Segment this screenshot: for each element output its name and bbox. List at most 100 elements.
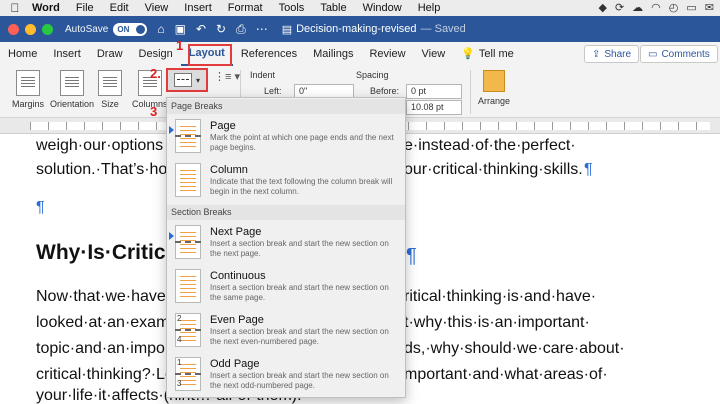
clock-icon[interactable]: ◴ <box>669 1 679 14</box>
menu-word[interactable]: Word <box>30 2 68 14</box>
spacing-after-input[interactable]: 10.08 pt <box>406 100 462 115</box>
arrange-button[interactable]: Arrange <box>478 70 510 106</box>
apple-icon[interactable]:  <box>0 1 30 15</box>
doc-line-2-right: our·critical·thinking·skills. <box>404 161 583 178</box>
save-icon[interactable]: ▣ <box>175 22 186 37</box>
margins-button[interactable]: Margins <box>12 70 44 109</box>
continuous-break-icon <box>175 269 201 303</box>
layout-tab-highlight <box>188 44 232 66</box>
tab-draw[interactable]: Draw <box>89 42 131 66</box>
wifi-icon[interactable]: ◠ <box>651 1 661 14</box>
zoom-window-button[interactable] <box>42 23 53 35</box>
sync-icon[interactable]: ⟳ <box>615 1 624 14</box>
option-description: Mark the point at which one page ends an… <box>210 133 394 152</box>
annotation-step-1: 1 <box>176 38 184 53</box>
tab-mailings[interactable]: Mailings <box>305 42 361 66</box>
autosave-label: AutoSave <box>65 23 109 35</box>
comment-icon: ▭ <box>648 48 658 60</box>
menu-file[interactable]: File <box>68 2 102 14</box>
before-label: Before: <box>370 86 400 96</box>
breaks-button[interactable]: ▾ <box>166 68 208 92</box>
break-option-continuous[interactable]: Continuous Insert a section break and st… <box>167 265 405 308</box>
doc-line-4-right: t·why·this·is·an·important· <box>404 314 590 331</box>
tab-home[interactable]: Home <box>0 42 45 66</box>
more-icon[interactable]: ⋯ <box>256 22 268 37</box>
title-bar: AutoSave ON ⌂ ▣ ↶ ↻ ⎙ ⋯ ▤ Decision-makin… <box>0 16 720 42</box>
size-label: Size <box>101 99 119 109</box>
arrange-label: Arrange <box>478 96 511 106</box>
doc-line-6-left: critical·thinking?·Le <box>36 366 174 383</box>
section-heading: Why·Is·Critic <box>36 241 166 264</box>
break-option-next-page[interactable]: Next Page Insert a section break and sta… <box>167 221 405 264</box>
menu-window[interactable]: Window <box>355 2 410 14</box>
option-title: Page <box>210 120 236 132</box>
size-button[interactable]: Size <box>98 70 122 109</box>
doc-line-1-right: e·instead·of·the·perfect· <box>404 137 576 154</box>
doc-line-6-right: mportant·and·what·areas·of· <box>404 366 608 383</box>
tab-design[interactable]: Design <box>131 42 181 66</box>
doc-line-4-left: looked·at·an·exam <box>36 314 170 331</box>
tab-references[interactable]: References <box>233 42 305 66</box>
spacing-label: Spacing <box>356 70 389 80</box>
menu-edit[interactable]: Edit <box>102 2 137 14</box>
chevron-down-icon: ▾ <box>195 75 200 85</box>
break-option-odd-page[interactable]: 1 3 Odd Page Insert a section break and … <box>167 353 405 396</box>
option-description: Insert a section break and start the new… <box>210 283 389 302</box>
battery-icon[interactable]: ▭ <box>686 1 696 14</box>
share-button[interactable]: ⇪ Share <box>584 45 640 63</box>
option-title: Even Page <box>210 314 264 326</box>
section-breaks-header: Section Breaks <box>167 205 405 220</box>
pilcrow-mark: ¶ <box>36 199 45 216</box>
option-description: Insert a section break and start the new… <box>210 327 389 346</box>
option-title: Column <box>210 164 248 176</box>
menu-help[interactable]: Help <box>410 2 449 14</box>
break-option-page[interactable]: Page Mark the point at which one page en… <box>167 115 405 158</box>
print-icon[interactable]: ⎙ <box>236 22 246 37</box>
tab-insert[interactable]: Insert <box>45 42 89 66</box>
comments-button[interactable]: ▭ Comments <box>640 45 718 63</box>
doc-line-5-right: ds,·why·should·we·care·about· <box>404 340 625 357</box>
menu-tools[interactable]: Tools <box>271 2 313 14</box>
menu-format[interactable]: Format <box>220 2 271 14</box>
redo-icon[interactable]: ↻ <box>216 22 226 37</box>
tell-me-search[interactable]: 💡 Tell me <box>453 42 522 66</box>
home-icon[interactable]: ⌂ <box>157 22 164 37</box>
tab-view[interactable]: View <box>414 42 454 66</box>
indent-label: Indent <box>250 70 276 80</box>
margins-label: Margins <box>12 99 45 109</box>
autosave-toggle[interactable]: ON <box>113 22 148 36</box>
break-option-even-page[interactable]: 2 4 Even Page Insert a section break and… <box>167 309 405 352</box>
size-icon <box>98 70 122 96</box>
page-number-3: 3 <box>177 379 182 388</box>
window-controls <box>8 23 53 35</box>
mail-icon[interactable]: ✉ <box>705 1 714 14</box>
tab-review[interactable]: Review <box>361 42 413 66</box>
orientation-button[interactable]: Orientation <box>50 70 94 109</box>
tell-me-label: Tell me <box>478 48 514 60</box>
menu-table[interactable]: Table <box>312 2 354 14</box>
next-page-break-icon <box>175 225 201 259</box>
breaks-icon <box>173 73 192 87</box>
pilcrow-mark: ¶ <box>584 161 593 178</box>
dropbox-icon[interactable]: ◆ <box>598 1 606 14</box>
page-break-icon <box>175 119 201 153</box>
menu-view[interactable]: View <box>137 2 177 14</box>
spacing-before-input[interactable]: 0 pt <box>406 84 462 99</box>
menu-insert[interactable]: Insert <box>176 2 220 14</box>
ribbon-divider <box>470 70 471 114</box>
doc-name: Decision-making-revised <box>296 23 417 35</box>
line-numbers-icon[interactable]: ⋮≡ ▾ <box>214 70 240 83</box>
annotation-step-3: 3 <box>150 104 158 119</box>
undo-icon[interactable]: ↶ <box>196 22 206 37</box>
orientation-icon <box>60 70 85 96</box>
share-icon: ⇪ <box>592 48 601 60</box>
close-window-button[interactable] <box>8 23 19 35</box>
minimize-window-button[interactable] <box>25 23 36 35</box>
document-title: ▤ Decision-making-revised — Saved <box>282 23 466 36</box>
indent-left-label: Left: <box>264 86 282 96</box>
arrange-icon <box>483 70 506 92</box>
page-breaks-header: Page Breaks <box>167 99 405 114</box>
break-option-column[interactable]: Column Indicate that the text following … <box>167 159 405 202</box>
cloud-icon[interactable]: ☁ <box>632 1 643 14</box>
status-tray: ◆ ⟳ ☁ ◠ ◴ ▭ ✉ <box>598 1 714 14</box>
